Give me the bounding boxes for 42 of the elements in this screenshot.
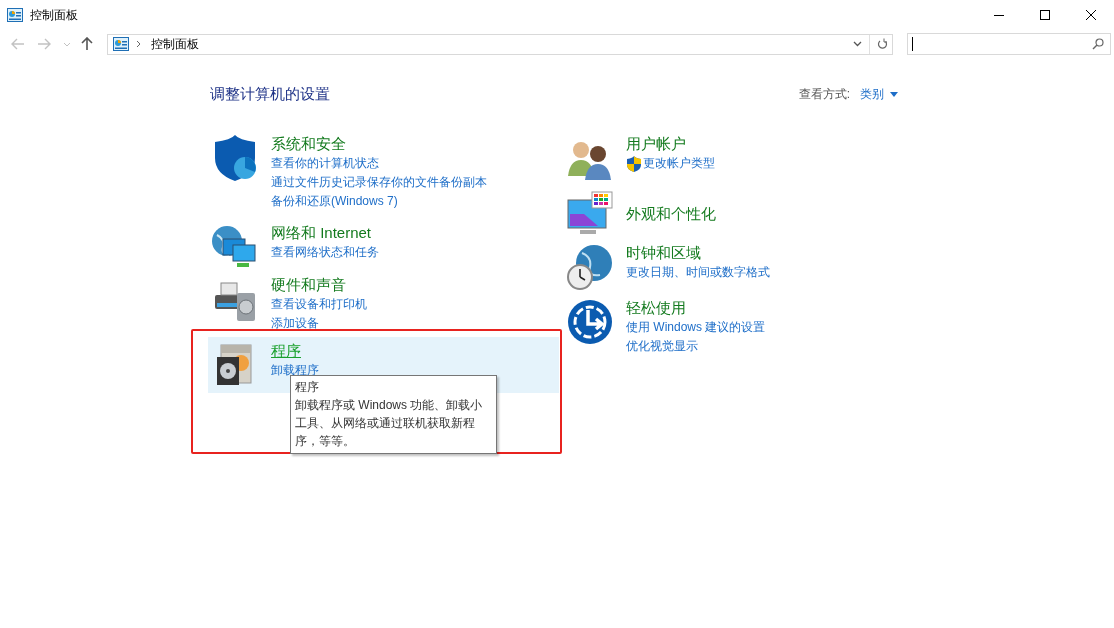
task-link[interactable]: 更改日期、时间或数字格式 <box>626 263 770 282</box>
search-field[interactable] <box>907 33 1111 55</box>
category-link[interactable]: 用户帐户 <box>626 134 715 154</box>
task-link[interactable]: 查看设备和打印机 <box>271 295 367 314</box>
chevron-down-icon[interactable] <box>853 41 862 47</box>
task-link[interactable]: 更改帐户类型 <box>643 154 715 173</box>
up-arrow-icon[interactable] <box>81 37 93 51</box>
category-link[interactable]: 硬件和声音 <box>271 275 367 295</box>
task-link[interactable]: 优化视觉显示 <box>626 337 698 356</box>
view-by-dropdown[interactable]: 类别 <box>860 85 898 103</box>
control-panel-icon <box>113 37 129 51</box>
task-link[interactable]: 添加设备 <box>271 314 319 333</box>
task-link[interactable]: 查看你的计算机状态 <box>271 154 379 173</box>
search-icon[interactable] <box>1092 38 1104 50</box>
category-link[interactable]: 网络和 Internet <box>271 223 379 243</box>
task-link[interactable]: 卸载程序 <box>271 361 319 380</box>
close-icon <box>1086 10 1096 20</box>
task-link[interactable]: 通过文件历史记录保存你的文件备份副本 <box>271 173 487 192</box>
category-link[interactable]: 系统和安全 <box>271 134 487 154</box>
category-link[interactable]: 轻松使用 <box>626 298 766 318</box>
tooltip-text: 卸载程序或 Windows 功能、卸载小工具、从网络或通过联机获取新程序，等等。 <box>295 397 484 450</box>
address-bar[interactable]: 控制面板 <box>107 33 893 55</box>
refresh-icon[interactable] <box>877 38 888 50</box>
maximize-icon <box>1040 10 1050 20</box>
page-heading: 调整计算机的设置 <box>210 84 331 104</box>
accessibility-icon[interactable] <box>566 298 614 346</box>
task-link[interactable]: 查看网络状态和任务 <box>271 243 379 262</box>
breadcrumb[interactable]: 控制面板 <box>151 35 199 53</box>
chevron-right-icon <box>136 40 141 48</box>
task-link[interactable]: 使用 Windows 建议的设置 <box>626 318 766 337</box>
text-cursor <box>912 37 913 51</box>
control-panel-icon <box>7 8 23 22</box>
caret-icon <box>890 91 898 97</box>
task-link[interactable]: 备份和还原(Windows 7) <box>271 192 398 211</box>
window-title: 控制面板 <box>30 6 78 24</box>
view-by-label: 查看方式: <box>798 85 850 103</box>
category-link[interactable]: 时钟和区域 <box>626 243 770 263</box>
category-link[interactable]: 外观和个性化 <box>626 203 716 224</box>
globe-clock-icon[interactable] <box>566 243 614 291</box>
minimize-icon <box>994 14 1004 16</box>
tooltip-title: 程序 <box>295 379 320 396</box>
category-link[interactable]: 程序 <box>271 341 319 361</box>
